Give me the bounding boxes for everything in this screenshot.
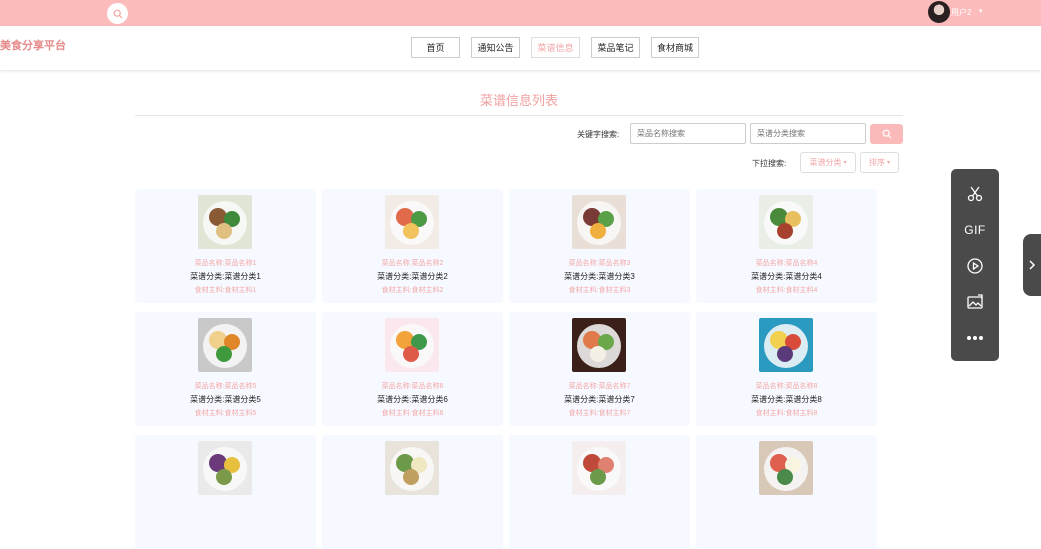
sort-dropdown[interactable]: 排序 ▾ — [860, 152, 899, 173]
chevron-down-icon: ▾ — [843, 160, 847, 166]
recipe-name: 菜品名称:菜品名称7 — [568, 383, 631, 390]
recipe-category: 菜谱分类:菜谱分类8 — [751, 395, 822, 404]
recipe-ingredients: 食材主料:食材主料8 — [755, 410, 818, 417]
title-divider — [135, 115, 903, 116]
recipe-card[interactable]: 菜品名称:菜品名称1 菜谱分类:菜谱分类1 食材主料:食材主料1 — [135, 189, 316, 303]
nav-item-notices[interactable]: 通知公告 — [471, 37, 520, 58]
recipe-category: 菜谱分类:菜谱分类7 — [564, 395, 635, 404]
recipe-name: 菜品名称:菜品名称5 — [194, 383, 257, 390]
record-icon[interactable] — [962, 253, 988, 279]
recipe-card[interactable] — [322, 435, 503, 549]
chevron-down-icon[interactable]: ▾ — [979, 7, 983, 15]
nav-item-shop[interactable]: 食材商城 — [651, 37, 699, 58]
recipe-name: 菜品名称:菜品名称4 — [755, 260, 818, 267]
top-bar: 用户2 ▾ — [0, 0, 1041, 26]
search-icon — [882, 129, 891, 139]
recipe-ingredients: 食材主料:食材主料2 — [381, 287, 444, 294]
screen-tools-panel: GIF — [951, 169, 999, 361]
recipe-name: 菜品名称:菜品名称2 — [381, 260, 444, 267]
recipe-ingredients: 食材主料:食材主料3 — [568, 287, 631, 294]
recipe-card[interactable]: 菜品名称:菜品名称8 菜谱分类:菜谱分类8 食材主料:食材主料8 — [696, 312, 877, 426]
recipe-image[interactable] — [759, 195, 813, 249]
search-button[interactable] — [870, 124, 903, 144]
category-dropdown-label: 菜谱分类 — [809, 158, 842, 167]
collapse-panel-tab[interactable] — [1023, 234, 1041, 296]
recipe-image[interactable] — [759, 441, 813, 495]
username[interactable]: 用户2 — [951, 7, 971, 18]
recipe-ingredients: 食材主料:食材主料5 — [194, 410, 257, 417]
header: 美食分享平台 首页 通知公告 菜谱信息 菜品笔记 食材商城 — [0, 26, 1041, 70]
recipe-card[interactable]: 菜品名称:菜品名称4 菜谱分类:菜谱分类4 食材主料:食材主料4 — [696, 189, 877, 303]
top-search-button[interactable] — [107, 3, 128, 24]
gif-icon[interactable]: GIF — [962, 217, 988, 243]
chevron-right-icon — [1029, 260, 1036, 270]
dropdown-search-label: 下拉搜索: — [752, 159, 787, 168]
main-nav: 首页 通知公告 菜谱信息 菜品笔记 食材商城 — [411, 37, 699, 58]
page-title: 菜谱信息列表 — [479, 93, 558, 108]
recipe-card[interactable] — [509, 435, 690, 549]
recipe-card[interactable]: 菜品名称:菜品名称7 菜谱分类:菜谱分类7 食材主料:食材主料7 — [509, 312, 690, 426]
recipe-image[interactable] — [572, 441, 626, 495]
nav-item-home[interactable]: 首页 — [411, 37, 460, 58]
recipe-name: 菜品名称:菜品名称6 — [381, 383, 444, 390]
recipe-image[interactable] — [198, 318, 252, 372]
image-icon[interactable] — [962, 289, 988, 315]
category-dropdown[interactable]: 菜谱分类 ▾ — [800, 152, 856, 173]
recipe-image[interactable] — [198, 195, 252, 249]
recipe-card[interactable]: 菜品名称:菜品名称3 菜谱分类:菜谱分类3 食材主料:食材主料3 — [509, 189, 690, 303]
dish-name-search-input[interactable] — [630, 123, 746, 144]
recipe-ingredients: 食材主料:食材主料7 — [568, 410, 631, 417]
search-icon — [113, 9, 122, 18]
recipe-card[interactable]: 菜品名称:菜品名称5 菜谱分类:菜谱分类5 食材主料:食材主料5 — [135, 312, 316, 426]
brand-logo-text[interactable]: 美食分享平台 — [0, 37, 66, 53]
recipe-category: 菜谱分类:菜谱分类5 — [190, 395, 261, 404]
recipe-image[interactable] — [385, 318, 439, 372]
chevron-down-icon: ▾ — [886, 160, 890, 166]
more-icon[interactable] — [962, 325, 988, 351]
recipe-image[interactable] — [572, 195, 626, 249]
recipe-grid: 菜品名称:菜品名称1 菜谱分类:菜谱分类1 食材主料:食材主料1 菜品名称:菜品名称2… — [135, 189, 877, 549]
recipe-name: 菜品名称:菜品名称1 — [194, 260, 257, 267]
recipe-name: 菜品名称:菜品名称8 — [755, 383, 818, 390]
avatar[interactable] — [928, 1, 950, 23]
recipe-card[interactable]: 菜品名称:菜品名称6 菜谱分类:菜谱分类6 食材主料:食材主料6 — [322, 312, 503, 426]
recipe-card[interactable] — [696, 435, 877, 549]
recipe-category: 菜谱分类:菜谱分类1 — [190, 272, 261, 281]
recipe-image[interactable] — [385, 441, 439, 495]
recipe-category: 菜谱分类:菜谱分类4 — [751, 272, 822, 281]
recipe-card[interactable]: 菜品名称:菜品名称2 菜谱分类:菜谱分类2 食材主料:食材主料2 — [322, 189, 503, 303]
recipe-name: 菜品名称:菜品名称3 — [568, 260, 631, 267]
recipe-category: 菜谱分类:菜谱分类2 — [377, 272, 448, 281]
recipe-image[interactable] — [759, 318, 813, 372]
nav-item-recipes[interactable]: 菜谱信息 — [531, 37, 580, 58]
scissors-icon[interactable] — [962, 181, 988, 207]
nav-item-notes[interactable]: 菜品笔记 — [591, 37, 640, 58]
recipe-image[interactable] — [198, 441, 252, 495]
recipe-image[interactable] — [572, 318, 626, 372]
recipe-ingredients: 食材主料:食材主料6 — [381, 410, 444, 417]
recipe-category-search-input[interactable] — [750, 123, 866, 144]
recipe-card[interactable] — [135, 435, 316, 549]
sort-dropdown-label: 排序 — [868, 158, 885, 167]
recipe-category: 菜谱分类:菜谱分类3 — [564, 272, 635, 281]
keyword-search-label: 关键字搜索: — [577, 130, 620, 139]
recipe-image[interactable] — [385, 195, 439, 249]
recipe-ingredients: 食材主料:食材主料4 — [755, 287, 818, 294]
recipe-ingredients: 食材主料:食材主料1 — [194, 287, 257, 294]
recipe-category: 菜谱分类:菜谱分类6 — [377, 395, 448, 404]
